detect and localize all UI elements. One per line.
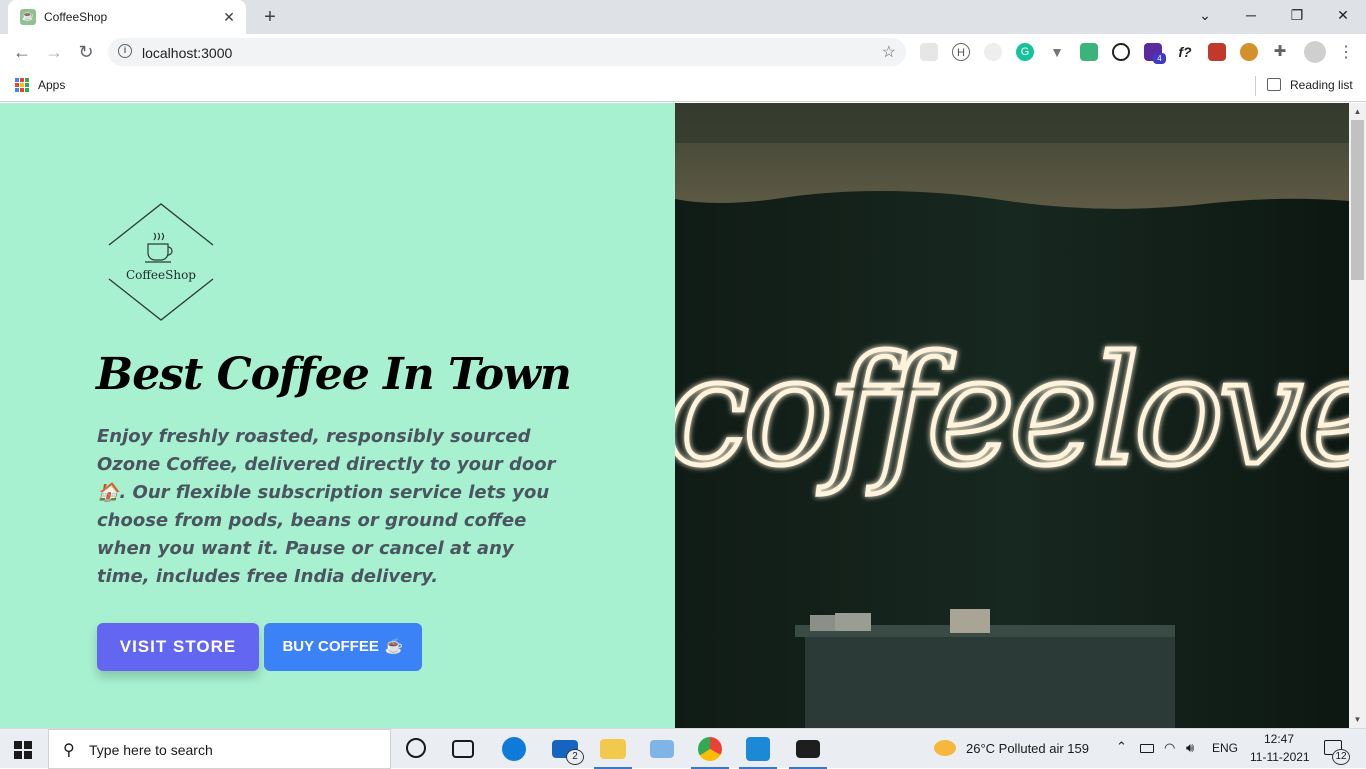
scroll-thumb[interactable] (1351, 120, 1364, 280)
taskbar-search-box[interactable]: ⚲ Type here to search (48, 729, 391, 769)
task-view-icon[interactable] (452, 740, 474, 758)
tab-title: CoffeeShop (44, 10, 108, 24)
browser-menu-icon[interactable]: ⋮ (1338, 42, 1354, 62)
url-text[interactable]: localhost:3000 (142, 45, 232, 61)
site-info-icon[interactable]: i (118, 44, 132, 58)
extension-6-icon[interactable] (1080, 43, 1098, 61)
weather-icon[interactable] (934, 740, 956, 756)
reload-button[interactable]: ↻ (74, 40, 98, 64)
neon-coffeelover-text: coffeelover (675, 325, 1349, 499)
hero-image-coffeelover: coffeelover (675, 103, 1349, 728)
scroll-up-icon[interactable]: ▲ (1349, 103, 1366, 120)
coffee-favicon-icon: ☕ (20, 9, 36, 25)
font-ninja-icon[interactable]: f? (1176, 43, 1194, 61)
bookmarks-bar: Apps Reading list (0, 70, 1366, 102)
extensions-puzzle-icon[interactable]: ✚ (1271, 43, 1289, 61)
notification-badge: 12 (1332, 749, 1350, 765)
back-button[interactable]: ← (10, 40, 34, 64)
volume-icon[interactable]: 🔊︎ (1186, 740, 1194, 756)
windows-start-icon[interactable] (14, 741, 32, 759)
wifi-icon[interactable]: ◠ (1164, 740, 1175, 756)
new-tab-button[interactable]: + (258, 6, 282, 28)
logo-diamond-icon (108, 203, 214, 321)
minimize-button[interactable]: ─ (1228, 0, 1274, 30)
extension-h-icon[interactable]: H (952, 43, 970, 61)
weather-text[interactable]: 26°C Polluted air 159 (966, 741, 1089, 756)
close-tab-icon[interactable]: ✕ (220, 8, 238, 26)
restore-button[interactable]: ❐ (1274, 0, 1320, 30)
search-placeholder: Type here to search (89, 742, 213, 758)
browser-tab-bar: ☕ CoffeeShop ✕ + ⌄ ─ ❐ ✕ (0, 0, 1366, 34)
battery-icon[interactable] (1140, 744, 1154, 753)
tray-chevron-icon[interactable]: ⌃ (1116, 739, 1127, 755)
file-explorer-icon[interactable] (600, 739, 626, 759)
extension-7-icon[interactable] (1112, 43, 1130, 61)
extension-badge: 4 (1153, 53, 1166, 64)
terminal-icon[interactable] (796, 740, 820, 758)
logo-text: CoffeeShop (126, 268, 196, 282)
scroll-down-icon[interactable]: ▼ (1349, 711, 1366, 728)
close-window-button[interactable]: ✕ (1320, 0, 1366, 30)
reading-list-icon[interactable] (1267, 78, 1281, 91)
hero-title: Best Coffee In Town (96, 349, 572, 400)
profile-avatar[interactable] (1304, 41, 1326, 63)
hero-section: CoffeeShop Best Coffee In Town Enjoy fre… (0, 103, 675, 728)
this-pc-icon[interactable] (650, 740, 674, 758)
forward-button[interactable]: → (42, 40, 66, 64)
coffeeshop-logo[interactable]: CoffeeShop (108, 203, 214, 321)
language-indicator[interactable]: ENG (1212, 741, 1238, 755)
bookmarks-divider (1255, 76, 1256, 96)
extension-10-icon[interactable] (1208, 43, 1226, 61)
mail-badge: 2 (566, 749, 584, 765)
browser-tab[interactable]: ☕ CoffeeShop ✕ (8, 0, 246, 34)
neon-sign-photo: coffeelover (675, 103, 1349, 728)
clock-time[interactable]: 12:47 (1264, 732, 1294, 746)
vue-devtools-icon[interactable]: ▼ (1048, 43, 1066, 61)
cookie-icon[interactable] (1240, 43, 1258, 61)
bookmark-star-icon[interactable]: ☆ (882, 42, 896, 62)
apps-link[interactable]: Apps (38, 78, 65, 92)
address-bar[interactable]: i localhost:3000 ☆ (108, 38, 906, 66)
grammarly-icon[interactable]: G (1016, 43, 1034, 61)
edge-browser-icon[interactable] (502, 737, 526, 761)
visit-store-label: VISIT STORE (119, 637, 237, 656)
cortana-icon[interactable] (406, 738, 426, 758)
reading-list-button[interactable]: Reading list (1290, 78, 1353, 92)
clock-date[interactable]: 11-11-2021 (1250, 750, 1310, 764)
hero-description: Enjoy freshly roasted, responsibly sourc… (97, 426, 556, 587)
search-icon: ⚲ (63, 742, 75, 759)
coffee-cup-icon: ☕ (384, 638, 404, 655)
windows-taskbar: ⚲ Type here to search 2 26°C Polluted ai… (0, 728, 1366, 769)
chrome-icon[interactable] (698, 737, 722, 761)
tab-search-icon[interactable]: ⌄ (1182, 0, 1228, 30)
buy-coffee-button[interactable]: BUY COFFEE ☕ (264, 623, 422, 671)
browser-toolbar: ← → ↻ i localhost:3000 ☆ H G ▼ 4 f? ✚ ⋮ (0, 34, 1366, 70)
coffee-cup-logo-icon (145, 232, 173, 263)
page-viewport: CoffeeShop Best Coffee In Town Enjoy fre… (0, 103, 1366, 728)
apps-grid-icon[interactable] (15, 78, 29, 92)
vscode-icon[interactable] (746, 737, 770, 761)
visit-store-button[interactable]: VISIT STORE (97, 623, 259, 671)
buy-coffee-label: BUY COFFEE (282, 638, 379, 655)
extension-1-icon[interactable] (920, 43, 938, 61)
extension-3-icon[interactable] (984, 43, 1002, 61)
page-scrollbar[interactable]: ▲ ▼ (1349, 103, 1366, 728)
